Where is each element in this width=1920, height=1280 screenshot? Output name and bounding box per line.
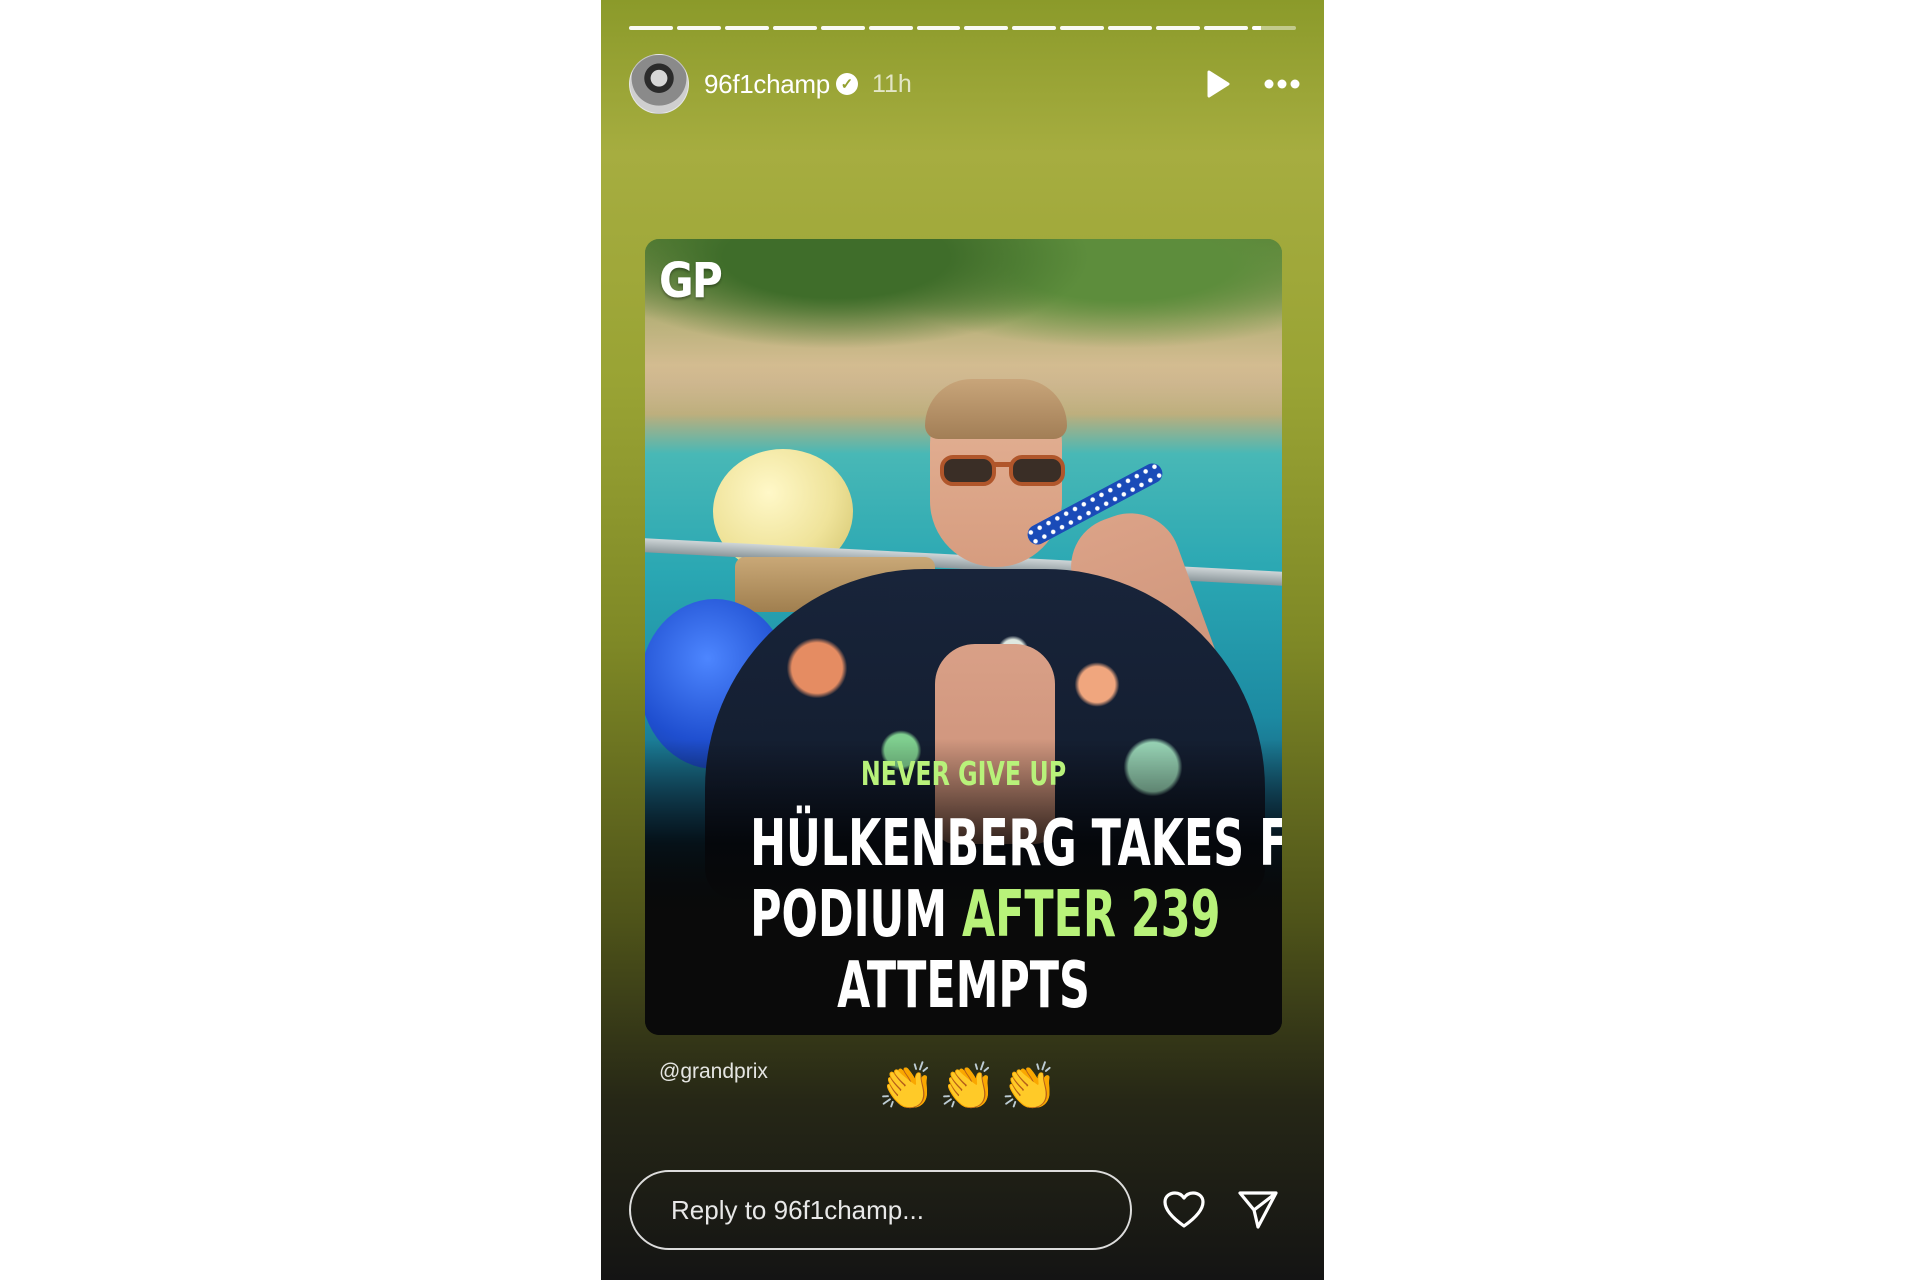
progress-segment xyxy=(1204,26,1248,30)
person-hair xyxy=(925,379,1067,439)
progress-segment-active xyxy=(1251,26,1296,30)
headline-line-2: PODIUM AFTER 239 xyxy=(750,878,1220,952)
headline-highlight: AFTER 239 xyxy=(961,878,1221,952)
play-button[interactable] xyxy=(1202,68,1234,100)
post-kicker: NEVER GIVE UP xyxy=(860,754,1067,793)
send-icon xyxy=(1238,1191,1278,1229)
reply-bar[interactable] xyxy=(629,1170,1132,1250)
progress-segment xyxy=(868,26,913,30)
reply-input[interactable] xyxy=(669,1193,1093,1227)
play-icon xyxy=(1207,70,1230,98)
username-link[interactable]: 96f1champ xyxy=(704,69,830,100)
heart-icon xyxy=(1163,1191,1205,1228)
post-headline: HÜLKENBERG TAKES FIRST PODIUM AFTER 239 … xyxy=(750,807,1282,1023)
progress-segment xyxy=(1012,26,1057,30)
shared-post-card[interactable]: GP NEVER GIVE UP HÜLKENBERG TAKES FIRST … xyxy=(645,239,1282,1035)
headline-line-1: HÜLKENBERG TAKES FIRST xyxy=(750,807,1282,881)
progress-segment xyxy=(772,26,817,30)
sunglasses xyxy=(940,455,1065,486)
headline-line-2-white: PODIUM xyxy=(750,878,962,952)
mention-sticker[interactable]: @grandprix xyxy=(659,1060,768,1084)
headline-line-3: ATTEMPTS xyxy=(837,949,1090,1023)
verified-badge-icon: ✓ xyxy=(835,73,858,95)
clapping-hands-emoji: 👏👏👏 xyxy=(878,1060,1062,1112)
progress-segment xyxy=(1060,26,1105,30)
progress-segment xyxy=(916,26,961,30)
progress-segment xyxy=(1156,26,1201,30)
post-timestamp: 11h xyxy=(871,69,912,98)
progress-segment xyxy=(676,26,721,30)
story-progress-bar xyxy=(629,26,1296,30)
more-options-button[interactable] xyxy=(1259,68,1305,100)
story-header: 96f1champ ✓ 11h xyxy=(629,54,1300,114)
avatar[interactable] xyxy=(629,54,689,114)
progress-segment xyxy=(820,26,865,30)
progress-segment xyxy=(724,26,769,30)
progress-segment xyxy=(629,26,673,30)
share-button[interactable] xyxy=(1235,1187,1281,1233)
story-viewer: 96f1champ ✓ 11h GP NEVER GIVE UP HÜLKENB… xyxy=(601,0,1324,1280)
gp-logo: GP xyxy=(659,253,723,309)
more-horizontal-icon xyxy=(1264,79,1300,89)
progress-segment xyxy=(1108,26,1153,30)
like-button[interactable] xyxy=(1161,1187,1207,1233)
progress-segment xyxy=(964,26,1009,30)
